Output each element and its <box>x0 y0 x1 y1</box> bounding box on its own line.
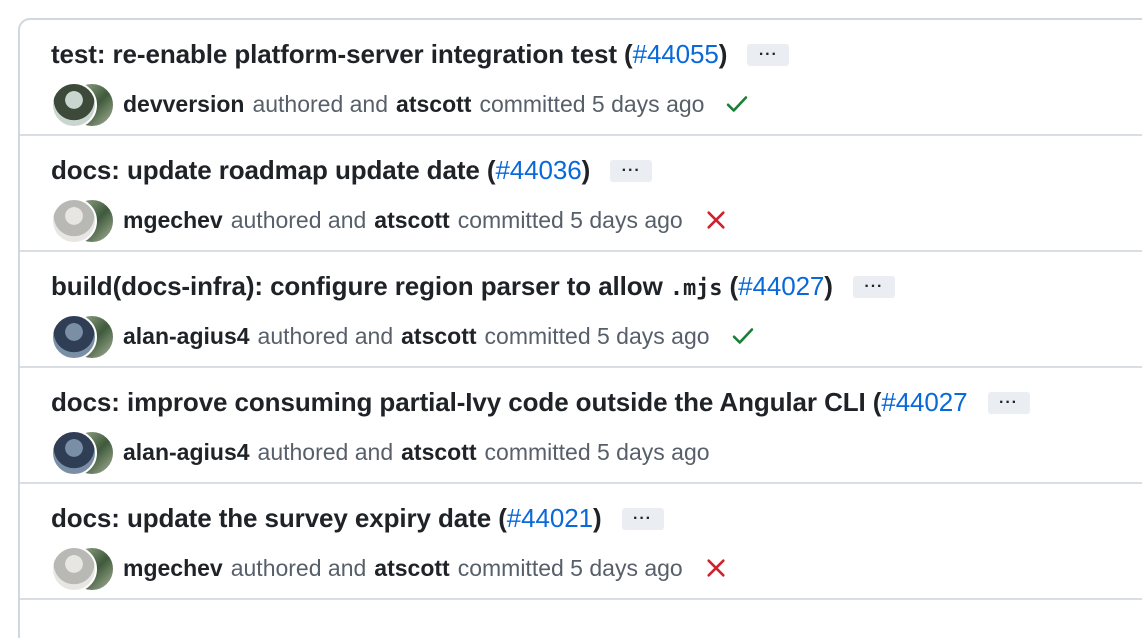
commit-message-link[interactable]: docs: improve consuming partial-Ivy code… <box>51 387 881 418</box>
committed-time: committed 5 days ago <box>484 322 710 349</box>
authored-text: authored and <box>230 554 367 581</box>
avatar-stack <box>51 82 115 128</box>
author-avatar[interactable] <box>51 198 97 244</box>
author-link[interactable]: alan-agius4 <box>123 323 250 350</box>
avatar-stack <box>51 546 115 592</box>
commit-title: docs: update the survey expiry date (#44… <box>51 503 664 534</box>
commit-message-link[interactable]: build(docs-infra): configure region pars… <box>51 271 738 302</box>
commit-meta: devversion authored and atscott committe… <box>51 82 750 128</box>
avatar-stack <box>51 198 115 244</box>
commit-title: test: re-enable platform-server integrat… <box>51 39 790 70</box>
close-paren: ) <box>581 155 591 185</box>
check-status-failure[interactable] <box>703 207 729 233</box>
commit-message-link[interactable]: docs: update the survey expiry date ( <box>51 503 507 534</box>
committer-link[interactable]: atscott <box>401 439 476 466</box>
commit-row: docs: improve consuming partial-Ivy code… <box>20 368 1142 484</box>
committed-time: committed 5 days ago <box>484 438 710 465</box>
author-avatar[interactable] <box>51 430 97 476</box>
commit-title: docs: improve consuming partial-Ivy code… <box>51 387 1030 418</box>
commit-row: docs: update the survey expiry date (#44… <box>20 484 1142 600</box>
commit-row: build(docs-infra): configure region pars… <box>20 252 1142 368</box>
author-link[interactable]: mgechev <box>123 555 223 582</box>
commit-list: test: re-enable platform-server integrat… <box>18 18 1142 638</box>
committer-link[interactable]: atscott <box>374 207 449 234</box>
commit-meta: mgechev authored and atscott committed 5… <box>51 546 729 592</box>
author-link[interactable]: devversion <box>123 91 244 118</box>
commit-title: docs: update roadmap update date (#44036… <box>51 155 653 186</box>
commit-row: docs: update roadmap update date (#44036… <box>20 136 1142 252</box>
pr-link[interactable]: #44021 <box>507 503 593 534</box>
authored-text: authored and <box>257 322 394 349</box>
authored-text: authored and <box>230 206 367 233</box>
x-icon <box>707 211 725 229</box>
check-icon <box>727 96 748 112</box>
expand-message-button[interactable]: ··· <box>852 275 895 298</box>
close-paren: ) <box>592 503 602 533</box>
commit-meta: alan-agius4 authored and atscott committ… <box>51 430 718 476</box>
expand-message-button[interactable]: ··· <box>747 43 790 66</box>
pr-link[interactable]: #44055 <box>633 39 719 70</box>
author-avatar[interactable] <box>51 82 97 128</box>
check-icon <box>732 328 753 344</box>
pr-link[interactable]: #44027 <box>738 271 824 302</box>
commit-meta: mgechev authored and atscott committed 5… <box>51 198 729 244</box>
authored-text: authored and <box>257 438 394 465</box>
author-avatar[interactable] <box>51 546 97 592</box>
expand-message-button[interactable]: ··· <box>987 391 1030 414</box>
close-paren: ) <box>718 39 728 69</box>
expand-message-button[interactable]: ··· <box>610 159 653 182</box>
author-link[interactable]: alan-agius4 <box>123 439 250 466</box>
committer-link[interactable]: atscott <box>396 91 471 118</box>
authored-text: authored and <box>252 90 389 117</box>
expand-message-button[interactable]: ··· <box>621 507 664 530</box>
check-status-success[interactable] <box>724 91 750 117</box>
commit-message-link[interactable]: docs: update roadmap update date ( <box>51 155 496 186</box>
committer-link[interactable]: atscott <box>401 323 476 350</box>
committer-link[interactable]: atscott <box>374 555 449 582</box>
check-status-failure[interactable] <box>703 555 729 581</box>
commit-message-link[interactable]: test: re-enable platform-server integrat… <box>51 39 633 70</box>
commit-row: test: re-enable platform-server integrat… <box>20 20 1142 136</box>
avatar-stack <box>51 314 115 360</box>
author-link[interactable]: mgechev <box>123 207 223 234</box>
committed-time: committed 5 days ago <box>457 206 683 233</box>
check-status-success[interactable] <box>730 323 756 349</box>
close-paren: ) <box>824 271 833 301</box>
commit-meta: alan-agius4 authored and atscott committ… <box>51 314 756 360</box>
pr-link[interactable]: #44027 <box>881 387 967 418</box>
pr-link[interactable]: #44036 <box>495 155 581 186</box>
commit-title: build(docs-infra): configure region pars… <box>51 271 895 302</box>
avatar-stack <box>51 430 115 476</box>
committed-time: committed 5 days ago <box>479 90 705 117</box>
committed-time: committed 5 days ago <box>457 554 683 581</box>
author-avatar[interactable] <box>51 314 97 360</box>
x-icon <box>707 559 725 577</box>
